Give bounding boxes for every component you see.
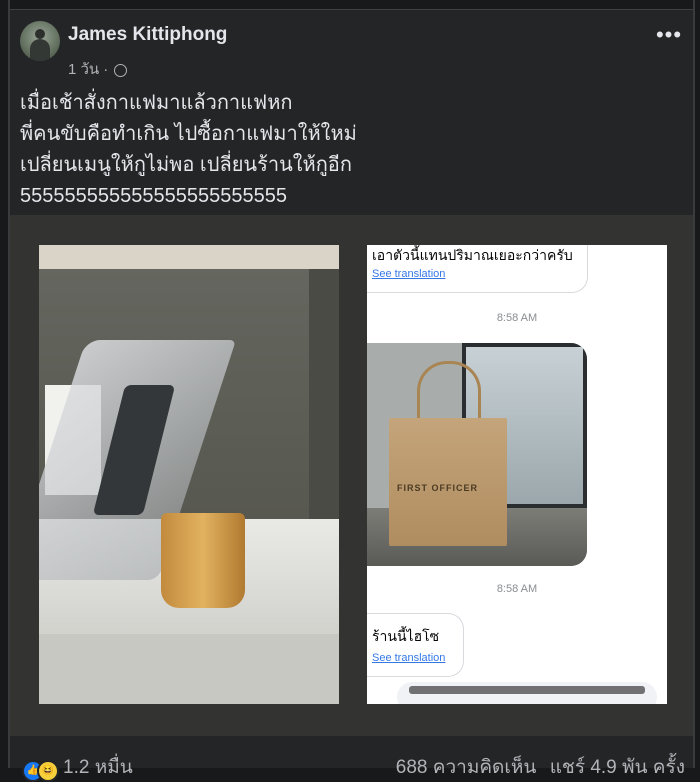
avatar-body: [30, 39, 50, 61]
post-text-line: เมื่อเช้าสั่งกาแฟมาแล้วกาแฟหก: [20, 92, 293, 114]
reaction-count[interactable]: 1.2 หมื่น: [63, 752, 133, 782]
post-footer: 👍 😆 1.2 หมื่น 688 ความคิดเห็น แชร์ 4.9 พ…: [10, 736, 693, 782]
post-time[interactable]: 1 วัน: [68, 57, 99, 81]
meta-separator: ·: [103, 60, 109, 78]
chat-timestamp: 8:58 AM: [496, 583, 538, 595]
paper-bag: [389, 418, 507, 546]
avatar-head: [35, 29, 45, 39]
post-stats: 688 ความคิดเห็น แชร์ 4.9 พัน ครั้ง: [388, 752, 685, 782]
see-translation-link[interactable]: See translation: [372, 268, 445, 280]
spilled-coffee-cup: [161, 513, 245, 608]
chat-bubble-1: เอาตัวนี้แทนปริมาณเยอะกว่าครับ See trans…: [367, 245, 588, 293]
post-media[interactable]: เอาตัวนี้แทนปริมาณเยอะกว่าครับ See trans…: [10, 215, 693, 736]
post-text: เมื่อเช้าสั่งกาแฟมาแล้วกาแฟหก พี่คนขับคื…: [20, 88, 680, 212]
right-border: [693, 0, 695, 768]
post-text-line: 555555555555555555555555: [20, 185, 287, 207]
post-meta: 1 วัน ·: [68, 57, 128, 81]
photo-ceiling: [39, 245, 339, 269]
chat-message-2: ร้านนี้ไฮโซ: [372, 628, 440, 644]
chat-message-1: เอาตัวนี้แทนปริมาณเยอะกว่าครับ: [372, 247, 573, 263]
globe-icon: [114, 63, 128, 77]
haha-reaction-icon[interactable]: 😆: [37, 760, 59, 782]
coffee-spill-photo[interactable]: [39, 245, 339, 704]
chat-timestamp: 8:58 AM: [496, 312, 538, 324]
more-options-icon[interactable]: •••: [654, 24, 684, 48]
post-card: James Kittiphong 1 วัน · ••• เมื่อเช้าสั…: [10, 10, 693, 782]
photo-counter-front: [39, 634, 339, 704]
see-translation-link[interactable]: See translation: [372, 652, 445, 664]
bag-logo: FIRST OFFICER: [397, 483, 478, 493]
chat-bubble-2: ร้านนี้ไฮโซ See translation: [367, 613, 464, 677]
chat-bubble-3: [397, 682, 657, 704]
avatar[interactable]: [20, 21, 60, 61]
chat-bag-photo: FIRST OFFICER: [367, 343, 587, 566]
author-name[interactable]: James Kittiphong: [68, 24, 227, 46]
post-text-line: พี่คนขับคือทำเกิน ไปซื้อกาแฟมาให้ใหม่: [20, 123, 357, 145]
photo-pillar: [309, 269, 339, 519]
chat-screenshot-photo[interactable]: เอาตัวนี้แทนปริมาณเยอะกว่าครับ See trans…: [367, 245, 667, 704]
chat-message-3-partial: [409, 686, 645, 694]
post-text-line: เปลี่ยนเมนูให้กูไม่พอ เปลี่ยนร้านให้กูอี…: [20, 154, 352, 176]
